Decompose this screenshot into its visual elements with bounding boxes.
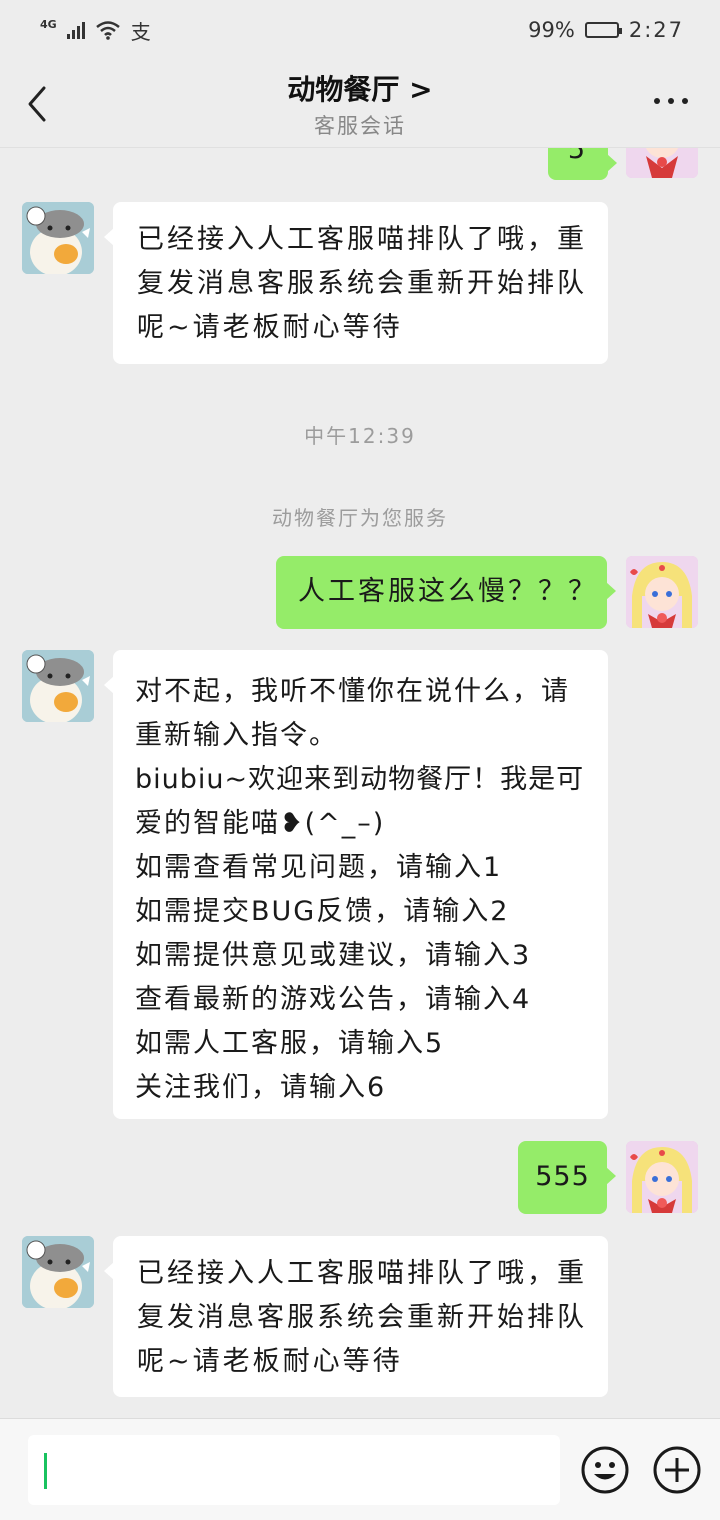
avatar-bot[interactable] — [22, 650, 94, 722]
nav-bar: 动物餐厅 > 客服会话 — [0, 60, 720, 148]
cat-avatar-icon — [22, 650, 94, 722]
status-bar: 4G 支 99% 2:27 — [0, 0, 720, 60]
status-left: 4G 支 — [40, 16, 151, 45]
avatar-user[interactable] — [626, 556, 698, 628]
avatar-bot[interactable] — [22, 1236, 94, 1308]
network-label: 4G — [40, 17, 57, 31]
avatar-bot[interactable] — [22, 202, 94, 274]
cat-avatar-icon — [22, 1236, 94, 1308]
cat-avatar-icon — [22, 202, 94, 274]
message-user-2: 555 — [518, 1141, 616, 1214]
message-input[interactable] — [28, 1435, 560, 1505]
message-bot-1: 已经接入人工客服喵排队了哦，重 复发消息客服系统会重新开始排队 呢~请老板耐心等… — [104, 202, 608, 364]
chat-subtitle: 客服会话 — [314, 114, 406, 138]
avatar-user-partial[interactable] — [626, 148, 698, 178]
wifi-icon — [95, 21, 120, 40]
signal-icon — [66, 21, 85, 39]
more-icon[interactable] — [654, 98, 688, 104]
service-notice: 动物餐厅为您服务 — [272, 506, 448, 530]
time-divider: 中午12:39 — [304, 424, 416, 448]
text-caret — [44, 1453, 47, 1489]
clock: 2:27 — [628, 18, 684, 42]
status-right: 99% 2:27 — [528, 18, 684, 42]
message-bot-menu: 对不起，我听不懂你在说什么，请 重新输入指令。 biubiu~欢迎来到动物餐厅！… — [104, 650, 608, 1119]
girl-avatar-icon — [626, 556, 698, 628]
alipay-icon: 支 — [130, 19, 151, 44]
message-user-partial: 5 — [548, 148, 617, 180]
chat-title[interactable]: 动物餐厅 > — [0, 68, 720, 108]
message-bot-3: 已经接入人工客服喵排队了哦，重 复发消息客服系统会重新开始排队 呢~请老板耐心等… — [104, 1236, 608, 1397]
smile-icon[interactable] — [580, 1445, 630, 1495]
avatar-user[interactable] — [626, 1141, 698, 1213]
plus-icon[interactable] — [652, 1445, 702, 1495]
input-bar — [0, 1418, 720, 1520]
battery-percent: 99% — [528, 18, 575, 42]
message-user-1: 人工客服这么慢？？？ — [276, 556, 616, 629]
chat-area[interactable]: 5 已经接入人工客服喵排队了哦，重 复发消息客服系统会重新开始排队 呢~请老板耐… — [0, 148, 720, 1418]
battery-icon — [584, 22, 622, 38]
girl-avatar-icon — [626, 1141, 698, 1213]
